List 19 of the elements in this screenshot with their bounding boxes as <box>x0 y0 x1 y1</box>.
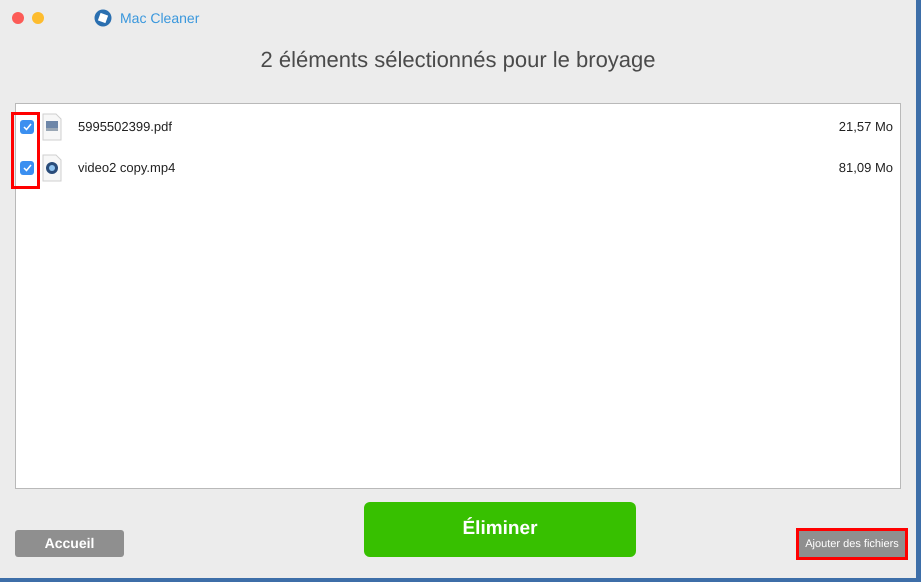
page-heading: 2 éléments sélectionnés pour le broyage <box>260 46 656 74</box>
home-button[interactable]: Accueil <box>15 530 124 557</box>
file-size: 81,09 Mo <box>838 158 893 177</box>
checkbox[interactable] <box>20 160 34 174</box>
file-name: 5995502399.pdf <box>78 118 172 136</box>
file-size: 21,57 Mo <box>838 118 893 136</box>
checkmark-icon <box>22 122 32 130</box>
app-logo-icon <box>94 9 112 27</box>
close-window-button[interactable] <box>12 12 24 24</box>
checkmark-icon <box>22 164 32 172</box>
checkbox[interactable] <box>20 120 34 134</box>
file-name: video2 copy.mp4 <box>78 158 176 177</box>
video-file-icon <box>42 154 62 182</box>
file-row[interactable]: 5995502399.pdf 21,57 Mo <box>16 106 900 147</box>
file-row[interactable]: video2 copy.mp4 81,09 Mo <box>16 147 900 188</box>
pdf-file-icon <box>42 112 62 140</box>
window-title: Mac Cleaner <box>120 8 200 28</box>
add-files-button[interactable]: Ajouter des fichiers <box>796 528 908 560</box>
erase-button[interactable]: Éliminer <box>364 502 636 557</box>
